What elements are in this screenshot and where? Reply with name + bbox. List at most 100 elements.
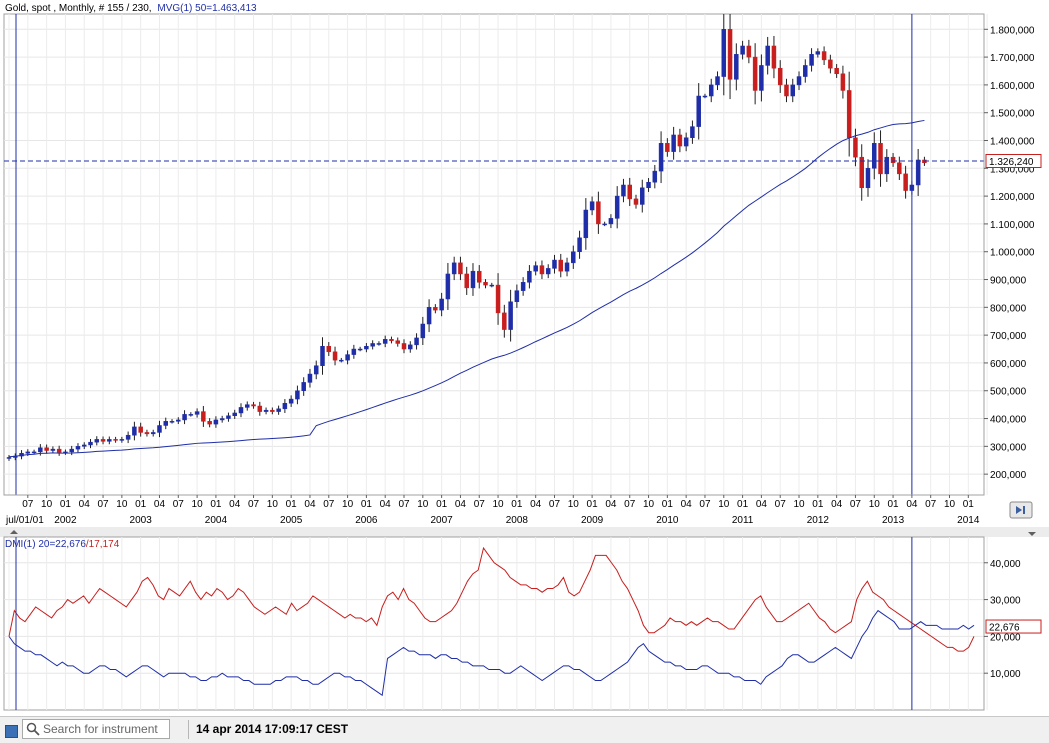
candle-body [696,95,701,127]
candle-body [157,425,162,433]
month-tick-label: 07 [699,499,711,510]
dmi-tick-label: 10,000 [990,669,1021,680]
candle-body [872,143,877,169]
search-box[interactable] [22,719,170,739]
current-price-label: 1.326,240 [989,157,1034,168]
candle-body [677,134,683,147]
month-tick-label: 01 [587,499,599,510]
price-tick-label: 800,000 [990,303,1027,314]
month-tick-label: 01 [60,499,72,510]
candle-body [752,56,758,91]
status-indicator-icon[interactable] [5,725,18,738]
search-input[interactable] [43,721,167,737]
month-tick-label: 10 [116,499,128,510]
month-tick-label: 10 [568,499,580,510]
month-tick-label: 10 [417,499,429,510]
year-tick-label: 2005 [280,515,303,526]
candle-body [759,65,764,91]
chart-header: Gold, spot , Monthly, # 155 / 230, MVG(1… [5,3,257,14]
candle-body [708,84,714,97]
month-tick-label: 04 [756,499,768,510]
candle-body [840,73,846,91]
candle-body [884,156,890,175]
candle-body [25,451,31,454]
dmi-tick-label: 20,000 [990,632,1021,643]
candle-body [878,143,883,175]
candle-body [865,168,871,189]
candle-body [326,346,332,353]
search-icon [26,722,40,736]
candle-body [702,95,708,98]
candle-body [44,447,49,451]
candle-body [746,45,752,58]
candle-body [665,143,670,152]
price-tick-label: 1.100,000 [990,220,1035,231]
candle-body [545,268,551,275]
candle-body [489,284,495,287]
candle-body [608,218,614,225]
candle-body [439,298,444,311]
candle-body [765,45,770,66]
month-tick-label: 04 [530,499,542,510]
candle-body [182,414,187,421]
candle-body [558,259,564,272]
month-tick-label: 01 [812,499,824,510]
candle-body [520,282,526,291]
dmi-header-label: DMI(1) 20= [5,539,55,550]
candle-body [313,365,319,375]
status-bar: 14 apr 2014 17:09:17 CEST [0,716,1049,743]
candle-body [596,201,601,225]
candle-body [740,45,745,55]
month-tick-label: 10 [342,499,354,510]
candle-body [821,51,827,61]
month-tick-label: 01 [436,499,448,510]
candle-body [263,409,269,412]
candle-body [646,181,651,189]
candle-body [31,451,37,454]
candle-body [790,84,795,97]
month-tick-label: 07 [323,499,335,510]
candle-body [683,137,689,147]
candle-body [589,201,595,211]
month-tick-label: 10 [643,499,655,510]
month-tick-label: 10 [267,499,279,510]
candle-body [213,419,219,425]
month-tick-label: 01 [888,499,900,510]
year-tick-label: 2012 [807,515,830,526]
month-tick-label: 01 [286,499,298,510]
month-tick-label: 07 [850,499,862,510]
candle-body [50,448,56,451]
candle-body [94,439,100,443]
price-tick-label: 300,000 [990,442,1027,453]
month-tick-label: 01 [511,499,523,510]
candle-body [138,426,143,433]
candle-body [834,67,839,75]
month-tick-label: 07 [97,499,109,510]
year-tick-label: 2008 [506,515,529,526]
candle-body [376,343,382,345]
candle-body [113,439,118,441]
year-tick-label: 2009 [581,515,604,526]
candle-body [464,273,469,289]
candle-body [890,156,896,163]
month-tick-label: 04 [906,499,918,510]
panel-splitter[interactable] [0,527,1049,537]
month-tick-label: 07 [248,499,260,510]
candle-body [633,198,639,205]
month-tick-label: 04 [455,499,467,510]
candle-body [395,340,400,344]
price-tick-label: 1.200,000 [990,192,1035,203]
year-tick-label: 2003 [130,515,153,526]
scroll-to-end-button[interactable] [1009,501,1033,519]
candle-body [75,446,81,450]
candle-body [552,259,557,269]
chart-header-instrument: Gold, spot , Monthly, # 155 / 230, [5,3,152,14]
status-separator [188,720,189,739]
price-tick-label: 400,000 [990,415,1027,426]
month-tick-label: 01 [135,499,147,510]
year-tick-label: 2004 [205,515,228,526]
price-tick-label: 1.000,000 [990,248,1035,259]
price-y-axis: 200,000 300,000 400,000 500,000 600,000 700,0… [983,14,1035,495]
month-tick-label: 07 [22,499,34,510]
candle-body [301,382,306,391]
